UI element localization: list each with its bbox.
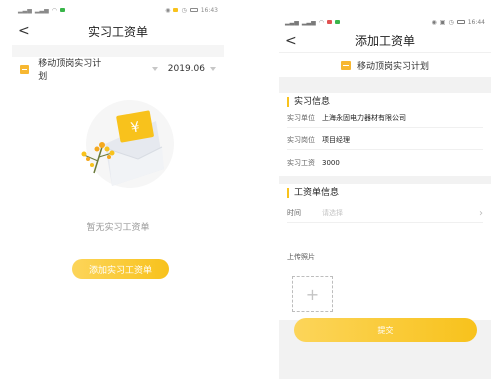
status-left-icons: ▂▃▅ ▂▃▅ ◠ bbox=[18, 7, 65, 14]
page-title: 添加工资单 bbox=[354, 34, 415, 48]
battery-icon bbox=[189, 8, 198, 12]
app-notification-icon bbox=[334, 20, 340, 24]
time-picker-row[interactable]: 时间 请选择 › bbox=[287, 204, 483, 223]
back-chevron-icon[interactable]: < bbox=[285, 34, 297, 48]
wifi-icon: ◠ bbox=[318, 18, 324, 26]
nfc-icon: ▣ bbox=[439, 18, 446, 26]
signal-icon: ▂▃▅ bbox=[301, 18, 316, 26]
section-title: 实习信息 bbox=[287, 97, 330, 107]
chevron-right-icon: › bbox=[479, 207, 483, 219]
battery-icon bbox=[456, 20, 465, 24]
row-label: 实习单位 bbox=[287, 114, 315, 122]
signal-icon: ▂▃▅ bbox=[18, 6, 32, 14]
alarm-icon: ◷ bbox=[448, 18, 454, 26]
info-row: 实习工资 3000 bbox=[287, 153, 483, 172]
status-bar: ▂▃▅ ▂▃▅ ◠ ◉ ◷ 16:43 bbox=[12, 3, 224, 17]
payslip-list-screen: ▂▃▅ ▂▃▅ ◠ ◉ ◷ 16:43 < 实习工资单 移动顶岗实习计划 201… bbox=[12, 3, 224, 321]
status-left-icons: ▂▃▅ ▂▃▅ ◠ bbox=[285, 19, 340, 26]
screenshot-composite: ▂▃▅ ▂▃▅ ◠ ◉ ◷ 16:43 < 实习工资单 移动顶岗实习计划 201… bbox=[0, 0, 500, 391]
info-row: 实习岗位 项目经理 bbox=[287, 131, 483, 150]
empty-message: 暂无实习工资单 bbox=[86, 223, 150, 233]
eye-icon: ◉ bbox=[165, 6, 171, 14]
add-payslip-button[interactable]: 添加实习工资单 bbox=[72, 259, 169, 279]
signal-icon: ▂▃▅ bbox=[34, 6, 49, 14]
period-selector[interactable]: 2019.06 bbox=[168, 64, 205, 74]
page-title: 实习工资单 bbox=[87, 24, 148, 39]
status-right-icons: ◉ ▣ ◷ 16:44 bbox=[432, 19, 485, 26]
internship-info-card: 实习信息 实习单位 上海永固电力器材有限公司 实习岗位 项目经理 实习工资 30… bbox=[279, 93, 491, 176]
info-row: 实习单位 上海永固电力器材有限公司 bbox=[287, 109, 483, 128]
envelope-yen-illustration: ¥ bbox=[81, 100, 174, 188]
payslip-info-card: 工资单信息 时间 请选择 › 上传照片 + bbox=[279, 184, 491, 320]
add-payslip-screen: ▂▃▅ ▂▃▅ ◠ ◉ ▣ ◷ 16:44 < 添加工资单 移动顶岗实习计划 实 bbox=[279, 15, 491, 379]
empty-state: ¥ 暂无实习工资单 添加实习工资单 bbox=[12, 81, 224, 321]
plan-name: 移动顶岗实习计划 bbox=[356, 61, 429, 72]
upload-photo-button[interactable]: + bbox=[292, 276, 333, 312]
upload-label: 上传照片 bbox=[287, 253, 315, 261]
app-notification-icon bbox=[326, 20, 332, 24]
time-label: 时间 bbox=[287, 209, 301, 217]
wifi-icon: ◠ bbox=[51, 6, 57, 14]
plus-icon: + bbox=[305, 284, 320, 304]
eye-icon: ◉ bbox=[431, 18, 437, 26]
plan-dropdown-icon[interactable] bbox=[151, 67, 158, 71]
signal-icon: ▂▃▅ bbox=[285, 18, 299, 26]
row-value: 上海永固电力器材有限公司 bbox=[322, 114, 406, 122]
section-title: 工资单信息 bbox=[287, 188, 339, 198]
period-dropdown-icon[interactable] bbox=[210, 67, 216, 71]
plan-filter-bar: 移动顶岗实习计划 2019.06 bbox=[12, 56, 224, 82]
row-label: 实习工资 bbox=[287, 158, 315, 167]
row-label: 实习岗位 bbox=[287, 136, 315, 144]
alarm-icon: ◷ bbox=[181, 6, 187, 14]
header: < 添加工资单 bbox=[279, 29, 491, 52]
status-time: 16:43 bbox=[200, 6, 218, 14]
nfc-icon bbox=[173, 8, 179, 12]
submit-button[interactable]: 提交 bbox=[294, 318, 477, 342]
status-bar: ▂▃▅ ▂▃▅ ◠ ◉ ▣ ◷ 16:44 bbox=[279, 15, 491, 29]
row-value: 项目经理 bbox=[322, 136, 350, 144]
document-icon bbox=[340, 60, 351, 70]
back-chevron-icon[interactable]: < bbox=[18, 24, 30, 38]
status-right-icons: ◉ ◷ 16:43 bbox=[165, 7, 218, 14]
row-value: 3000 bbox=[322, 158, 340, 167]
header: < 实习工资单 bbox=[12, 17, 224, 45]
status-time: 16:44 bbox=[467, 18, 485, 26]
time-placeholder: 请选择 bbox=[322, 209, 343, 217]
plan-selector[interactable]: 移动顶岗实习计划 bbox=[38, 56, 105, 82]
app-notification-icon bbox=[59, 8, 65, 12]
plan-bar: 移动顶岗实习计划 bbox=[279, 52, 491, 77]
document-icon bbox=[20, 64, 30, 74]
